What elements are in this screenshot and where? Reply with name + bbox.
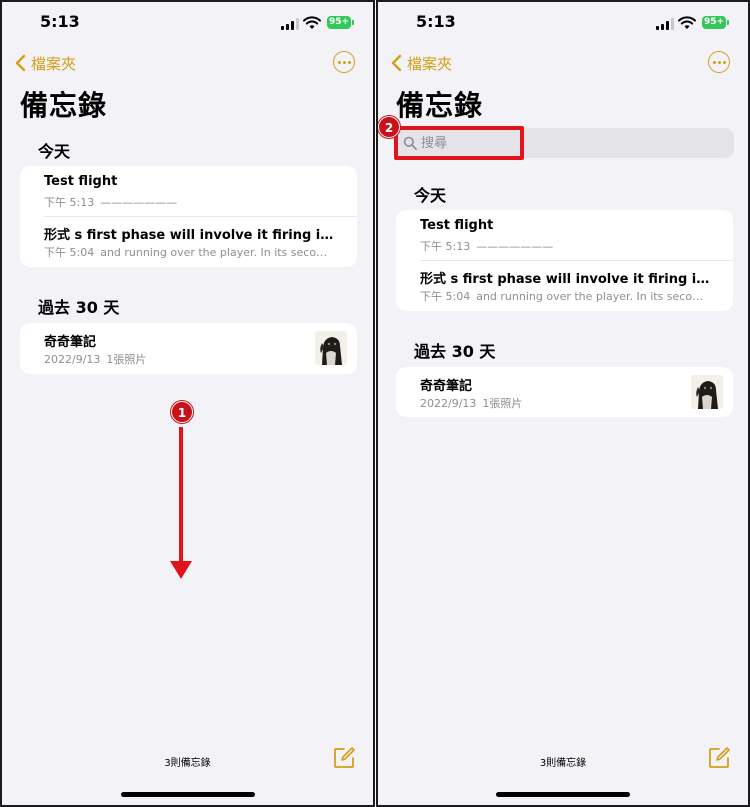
note-title: 奇奇筆記	[44, 335, 97, 350]
note-date: 下午 5:13	[420, 240, 471, 253]
annotation-marker-2: 2	[378, 116, 400, 138]
chevron-left-icon	[15, 54, 26, 72]
note-row[interactable]: 奇奇筆記 2022/9/13 1張照片	[20, 323, 357, 373]
more-icon[interactable]	[708, 51, 730, 73]
battery-icon: 95+	[702, 16, 729, 29]
note-count: 3則備忘錄	[164, 758, 211, 769]
back-label: 檔案夾	[31, 54, 77, 73]
dog-photo-icon	[691, 375, 723, 409]
page-title: 備忘錄	[396, 89, 484, 122]
chevron-left-icon	[391, 54, 402, 72]
note-subtitle: 下午 5:13 ———————	[44, 194, 334, 210]
home-indicator[interactable]	[120, 792, 255, 797]
note-title: 奇奇筆記	[420, 379, 473, 394]
wifi-icon	[303, 16, 321, 29]
note-preview: 1張照片	[482, 397, 523, 410]
note-thumbnail	[315, 331, 347, 365]
pull-down-arrow-icon	[170, 427, 192, 579]
compose-icon[interactable]	[708, 747, 730, 769]
note-subtitle: 下午 5:13 ———————	[420, 238, 710, 254]
past30-notes-card: 奇奇筆記 2022/9/13 1張照片	[20, 323, 357, 374]
note-row[interactable]: 形式 s first phase will involve it firing …	[396, 260, 733, 310]
dog-photo-icon	[315, 331, 347, 365]
note-preview: ———————	[476, 240, 554, 253]
note-preview: and running over the player. In its seco…	[476, 290, 710, 303]
note-date: 2022/9/13	[44, 353, 101, 366]
section-header-today: 今天	[414, 186, 447, 205]
note-title: Test flight	[420, 218, 494, 233]
phone-screen-left: 5:13 95+ 檔案夾 備忘錄 今天 Test flight 下午 5:13 —…	[0, 0, 375, 807]
status-time: 5:13	[416, 12, 456, 31]
note-title: 形式 s first phase will involve it firing …	[44, 228, 334, 243]
note-preview: and running over the player. In its seco…	[100, 246, 334, 259]
note-date: 下午 5:04	[420, 290, 471, 303]
note-title: 形式 s first phase will involve it firing …	[420, 272, 710, 287]
phone-screen-right: 5:13 95+ 檔案夾 備忘錄 2 今天 Test flight 下午 5:1…	[376, 0, 750, 807]
back-label: 檔案夾	[407, 54, 453, 73]
back-button[interactable]: 檔案夾	[390, 52, 452, 74]
note-date: 下午 5:13	[44, 196, 95, 209]
note-row[interactable]: 奇奇筆記 2022/9/13 1張照片	[396, 367, 733, 417]
past30-notes-card: 奇奇筆記 2022/9/13 1張照片	[396, 367, 733, 417]
note-subtitle: 2022/9/13 1張照片	[44, 351, 334, 367]
note-date: 2022/9/13	[420, 397, 477, 410]
annotation-marker-1: 1	[171, 401, 193, 423]
battery-icon: 95+	[327, 16, 354, 29]
section-header-today: 今天	[38, 142, 71, 161]
status-time: 5:13	[40, 12, 80, 31]
today-notes-card: Test flight 下午 5:13 ——————— 形式 s first ph…	[20, 166, 357, 267]
note-preview: 1張照片	[106, 353, 147, 366]
today-notes-card: Test flight 下午 5:13 ——————— 形式 s first ph…	[396, 210, 733, 311]
search-highlight-box	[394, 126, 524, 160]
page-title: 備忘錄	[20, 89, 108, 122]
note-row[interactable]: Test flight 下午 5:13 ———————	[396, 210, 733, 260]
back-button[interactable]: 檔案夾	[14, 52, 76, 74]
status-bar: 5:13 95+	[2, 12, 373, 36]
section-header-past30: 過去 30 天	[38, 298, 120, 317]
note-preview: ———————	[100, 196, 178, 209]
note-date: 下午 5:04	[44, 246, 95, 259]
note-row[interactable]: Test flight 下午 5:13 ———————	[20, 166, 357, 216]
status-bar: 5:13 95+	[378, 12, 748, 36]
note-subtitle: 下午 5:04 and running over the player. In i…	[44, 244, 334, 260]
wifi-icon	[678, 16, 696, 29]
section-header-past30: 過去 30 天	[414, 342, 496, 361]
more-icon[interactable]	[333, 51, 355, 73]
compose-icon[interactable]	[333, 747, 355, 769]
signal-icon	[281, 18, 299, 30]
note-count: 3則備忘錄	[539, 758, 587, 769]
note-row[interactable]: 形式 s first phase will involve it firing …	[20, 216, 357, 266]
note-title: Test flight	[44, 174, 118, 189]
note-subtitle: 下午 5:04 and running over the player. In i…	[420, 288, 710, 304]
note-thumbnail	[691, 375, 723, 409]
note-subtitle: 2022/9/13 1張照片	[420, 395, 710, 411]
home-indicator[interactable]	[496, 792, 630, 797]
signal-icon	[656, 18, 674, 30]
